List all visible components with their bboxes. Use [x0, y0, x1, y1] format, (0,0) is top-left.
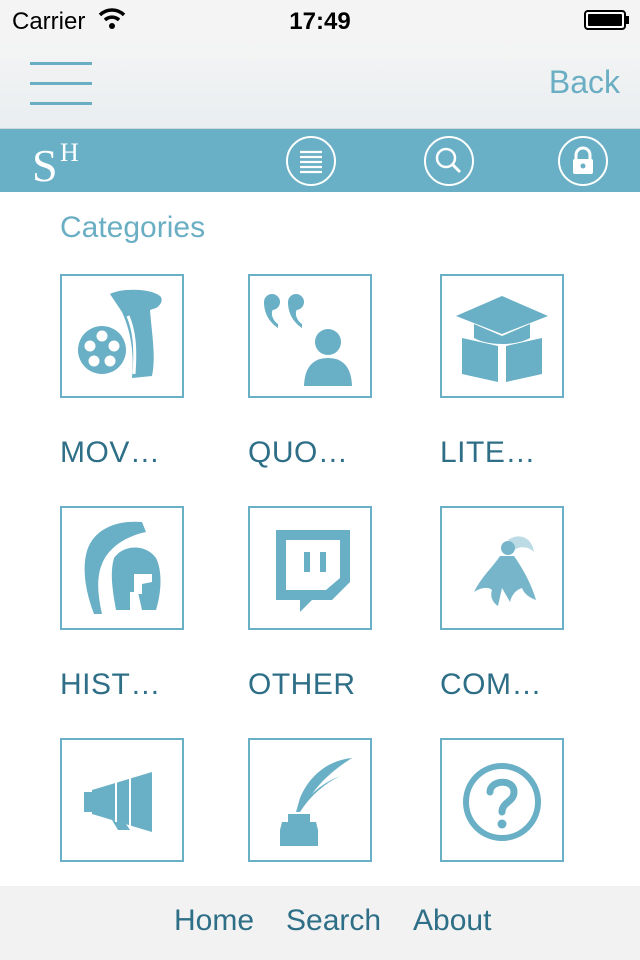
page-title: Categories: [60, 211, 206, 244]
lock-icon: [573, 146, 593, 174]
hamburger-menu-icon[interactable]: [30, 60, 94, 108]
list-button[interactable]: [286, 136, 336, 186]
category-tile-poetry[interactable]: [248, 738, 372, 862]
status-bar: Carrier 17:49: [0, 0, 640, 40]
svg-text:H: H: [60, 138, 79, 167]
quill-inkwell-icon: [280, 758, 352, 846]
chat-bubble-icon: [276, 530, 350, 612]
tab-search[interactable]: Search: [286, 904, 381, 938]
category-label-other: OTHER: [248, 668, 356, 701]
question-mark-icon: [463, 763, 541, 841]
lock-button[interactable]: [558, 136, 608, 186]
graduation-book-icon: [456, 296, 548, 382]
category-label-literature: LITE…: [440, 436, 536, 469]
logo: S H: [32, 138, 79, 189]
megaphone-icon: [84, 772, 152, 832]
category-label-quotes: QUO…: [248, 436, 349, 469]
quote-person-icon: [264, 294, 352, 386]
brand-bar: S H: [0, 129, 640, 192]
category-tile-movies[interactable]: [60, 274, 184, 398]
category-label-history: HIST…: [60, 668, 161, 701]
bottom-tab-bar: Home Search About: [0, 886, 640, 960]
category-tile-other[interactable]: [248, 506, 372, 630]
spartan-helmet-icon: [84, 521, 161, 614]
status-time: 17:49: [289, 8, 351, 35]
category-tile-quotes[interactable]: [248, 274, 372, 398]
list-icon: [300, 150, 322, 174]
search-icon: [435, 147, 462, 174]
battery-icon: [584, 10, 629, 30]
category-label-movies: MOV…: [60, 436, 161, 469]
category-tile-help[interactable]: [440, 738, 564, 862]
film-scroll-icon: [78, 289, 162, 378]
superhero-icon: [474, 536, 536, 606]
category-tile-announcements[interactable]: [60, 738, 184, 862]
svg-text:S: S: [32, 140, 58, 189]
nav-bar: Back: [0, 40, 640, 129]
tab-about[interactable]: About: [413, 904, 491, 938]
category-tile-literature[interactable]: [440, 274, 564, 398]
category-tile-comics[interactable]: [440, 506, 564, 630]
tab-home[interactable]: Home: [174, 904, 254, 938]
category-label-comics: COM…: [440, 668, 542, 701]
back-button[interactable]: Back: [549, 64, 620, 101]
category-tile-history[interactable]: [60, 506, 184, 630]
search-button[interactable]: [424, 136, 474, 186]
